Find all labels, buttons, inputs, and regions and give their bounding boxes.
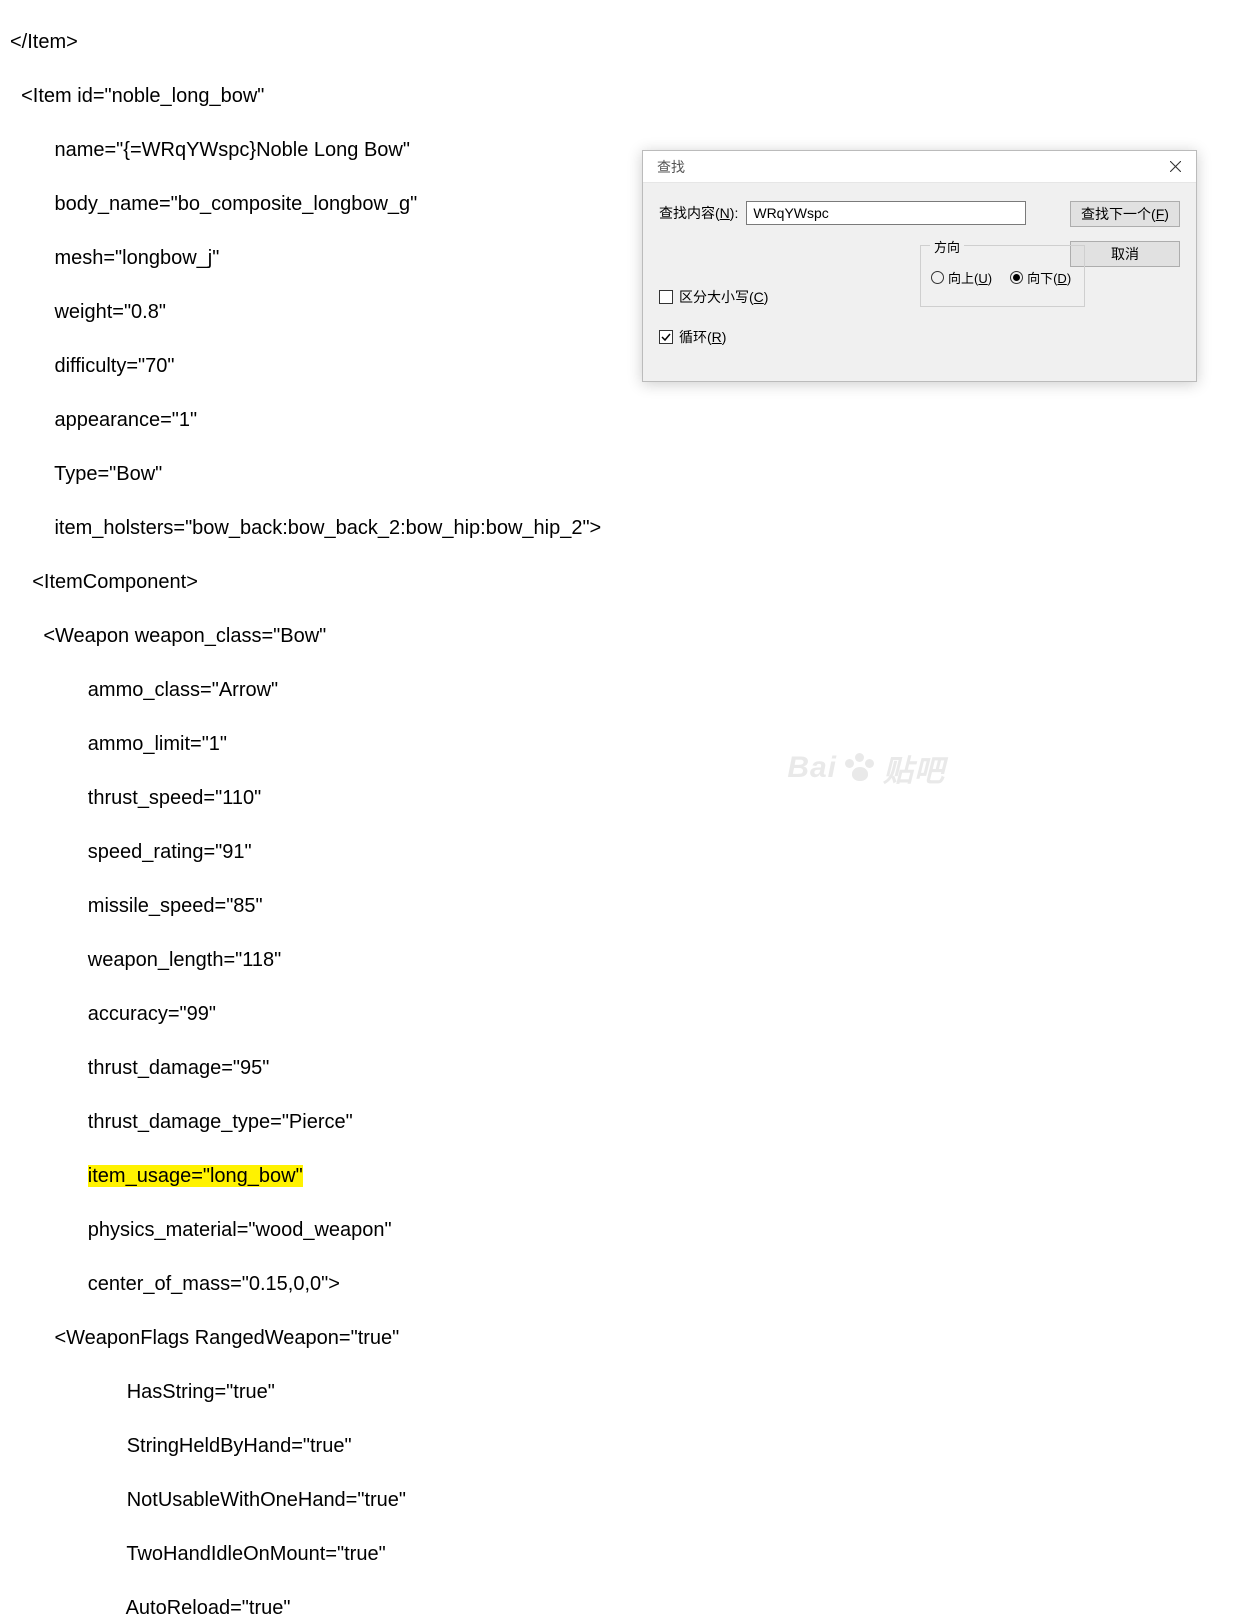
- highlight: item_usage="long_bow": [88, 1165, 303, 1187]
- direction-down-radio[interactable]: 向下(D): [1010, 268, 1071, 287]
- find-next-button[interactable]: 查找下一个(F): [1070, 201, 1180, 227]
- code-line-highlighted: item_usage="long_bow": [10, 1163, 1235, 1190]
- code-line: HasString="true": [10, 1379, 1235, 1406]
- code-line: missile_speed="85": [10, 893, 1235, 920]
- direction-legend: 方向: [930, 237, 964, 256]
- code-line: <WeaponFlags RangedWeapon="true": [10, 1325, 1235, 1352]
- code-line: TwoHandIdleOnMount="true": [10, 1541, 1235, 1568]
- code-line: center_of_mass="0.15,0,0">: [10, 1271, 1235, 1298]
- check-icon: [661, 332, 671, 342]
- code-line: </Item>: [10, 29, 1235, 56]
- match-case-checkbox[interactable]: 区分大小写(C): [659, 287, 768, 307]
- code-line: thrust_damage="95": [10, 1055, 1235, 1082]
- code-line: StringHeldByHand="true": [10, 1433, 1235, 1460]
- code-line: NotUsableWithOneHand="true": [10, 1487, 1235, 1514]
- code-line: AutoReload="true": [10, 1595, 1235, 1616]
- find-dialog: 查找 查找内容(N): 查找下一个(F) 取消 方向 向上(U): [642, 150, 1197, 382]
- code-line: <Weapon weapon_class="Bow": [10, 623, 1235, 650]
- code-line: weapon_length="118": [10, 947, 1235, 974]
- code-line: thrust_damage_type="Pierce": [10, 1109, 1235, 1136]
- close-button[interactable]: [1154, 151, 1196, 183]
- code-line: ammo_class="Arrow": [10, 677, 1235, 704]
- radio-icon: [1010, 271, 1023, 284]
- cancel-button[interactable]: 取消: [1070, 241, 1180, 267]
- code-line: ammo_limit="1": [10, 731, 1235, 758]
- find-dialog-titlebar[interactable]: 查找: [643, 151, 1196, 183]
- checkbox-icon: [659, 330, 673, 344]
- find-dialog-title: 查找: [657, 157, 685, 177]
- loop-checkbox[interactable]: 循环(R): [659, 327, 768, 347]
- code-line: item_holsters="bow_back:bow_back_2:bow_h…: [10, 515, 1235, 542]
- checkbox-icon: [659, 290, 673, 304]
- find-content-label: 查找内容(N):: [659, 203, 738, 223]
- radio-icon: [931, 271, 944, 284]
- direction-group: 方向 向上(U) 向下(D): [920, 245, 1085, 307]
- direction-up-radio[interactable]: 向上(U): [931, 268, 992, 287]
- code-line: appearance="1": [10, 407, 1235, 434]
- code-line: <ItemComponent>: [10, 569, 1235, 596]
- code-line: Type="Bow": [10, 461, 1235, 488]
- close-icon: [1170, 159, 1181, 175]
- find-input[interactable]: [746, 201, 1026, 225]
- code-line: physics_material="wood_weapon": [10, 1217, 1235, 1244]
- code-line: accuracy="99": [10, 1001, 1235, 1028]
- code-line: speed_rating="91": [10, 839, 1235, 866]
- code-line: <Item id="noble_long_bow": [10, 83, 1235, 110]
